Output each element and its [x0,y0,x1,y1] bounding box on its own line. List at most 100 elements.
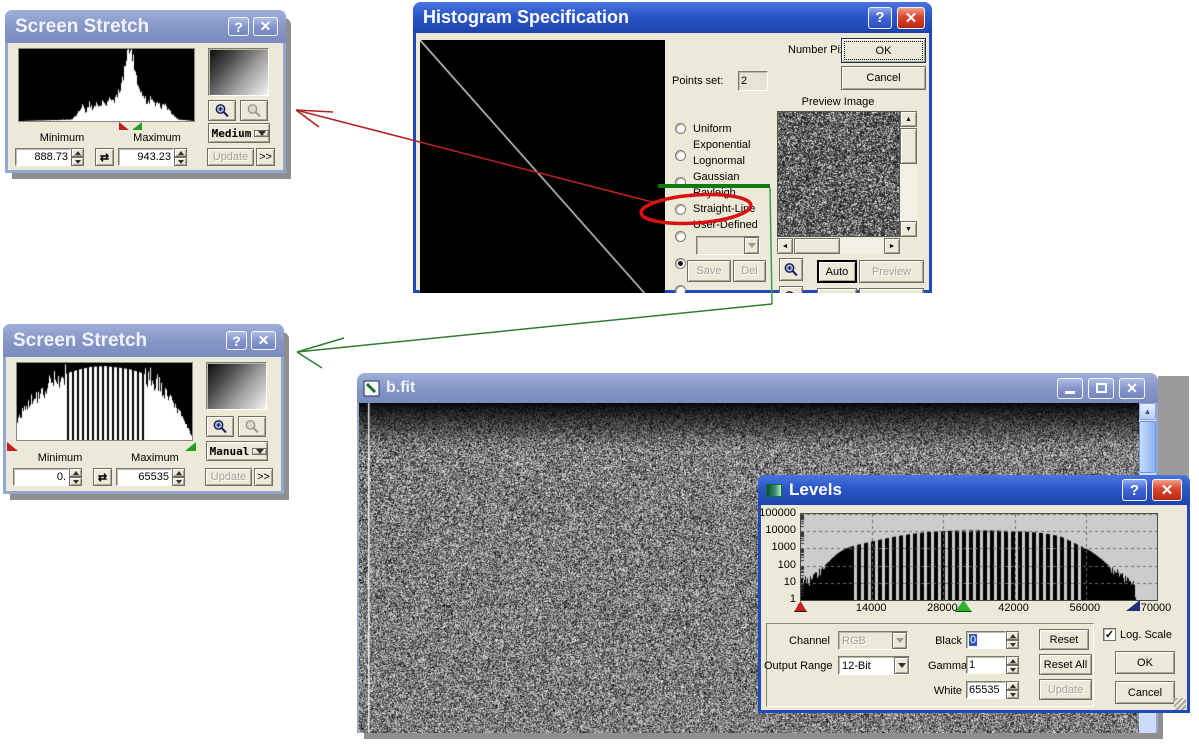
cropped-button[interactable] [817,288,857,293]
titlebar[interactable]: Screen Stretch ? ✕ [3,324,284,357]
cancel-button[interactable]: Cancel [1115,681,1175,704]
scroll-down-button[interactable]: ▼ [900,221,917,237]
auto-button[interactable]: Auto [817,260,857,283]
scroll-left-icon: ◄ [782,243,789,250]
radio-uniform[interactable] [675,123,686,134]
white-spinner[interactable] [1006,681,1019,699]
radio-straight-line[interactable] [675,258,686,269]
ok-button[interactable]: OK [841,38,926,63]
output-range-select[interactable]: 12-Bit [838,656,910,675]
zoom-in-button[interactable] [208,100,236,121]
maximum-spinner[interactable] [174,148,187,166]
scroll-up-button[interactable]: ▲ [1139,403,1156,420]
check-icon: ✓ [1105,628,1114,641]
update-button[interactable]: Update [207,148,254,166]
zoom-in-button[interactable] [779,258,803,281]
scroll-right-button[interactable]: ► [884,238,900,254]
swap-icon: ⇄ [100,151,109,164]
maximum-input[interactable]: 65535 [116,468,172,486]
gamma-input[interactable]: 1 [966,656,1006,674]
swap-button[interactable]: ⇄ [95,148,114,166]
document-icon [363,380,380,397]
y-axis-tick-label: 10000 [758,524,796,536]
radio-exponential[interactable] [675,150,686,161]
radio-lognormal[interactable] [675,177,686,188]
zoom-out-button[interactable] [240,100,268,121]
help-button[interactable]: ? [868,7,892,29]
update-button[interactable]: Update [205,468,252,486]
max-marker[interactable] [132,122,142,130]
minimum-input[interactable]: 888.73 [15,148,71,166]
x-axis-tick-label: 42000 [989,602,1039,614]
preview-vertical-scrollbar[interactable]: ▲ ▼ [900,111,917,237]
white-input[interactable]: 65535 [966,681,1006,699]
black-input[interactable]: 0 [966,631,1006,649]
radio-lognormal-label: Lognormal [693,155,745,167]
close-icon: ✕ [905,9,918,27]
maximum-input[interactable]: 943.23 [118,148,174,166]
close-button[interactable]: ✕ [253,17,278,36]
minimize-button[interactable] [1057,378,1083,399]
page-background: { "icons": { "help": "?", "close": "✕", … [0,0,1199,746]
stretch-mode-select[interactable]: Manual [206,441,268,461]
stretch-mode-select[interactable]: Medium [208,123,270,143]
user-defined-select[interactable] [696,236,760,255]
titlebar[interactable]: Histogram Specification ? ✕ [413,2,932,33]
help-button[interactable]: ? [226,331,247,350]
radio-rayleigh[interactable] [675,231,686,242]
expand-button[interactable]: >> [254,468,273,486]
radio-gaussian[interactable] [675,204,686,215]
cancel-button[interactable]: Cancel [841,66,926,90]
stretch-histogram-plot [16,362,193,441]
scrollbar-thumb[interactable] [794,238,840,254]
maximum-value: 943.23 [137,151,171,163]
dialog-title: Screen Stretch [15,16,149,38]
close-button[interactable]: ✕ [897,7,925,29]
save-button[interactable]: Save [687,260,731,282]
preview-button[interactable]: Preview [859,260,924,283]
expand-label: >> [257,471,270,483]
close-button[interactable]: ✕ [1152,479,1182,501]
swap-button[interactable]: ⇄ [93,468,112,486]
channel-select[interactable]: RGB [838,631,908,650]
maximum-spinner[interactable] [172,468,185,486]
black-spinner[interactable] [1006,631,1019,649]
cropped-button[interactable] [859,288,924,293]
scrollbar-thumb[interactable] [1139,421,1156,473]
min-marker[interactable] [119,122,129,130]
zoom-out-button[interactable] [238,416,266,437]
scrollbar-thumb[interactable] [900,128,917,164]
close-icon: ✕ [1161,481,1174,499]
levels-titlebar[interactable]: Levels ? ✕ [758,475,1190,505]
expand-button[interactable]: >> [256,148,275,166]
gamma-spinner[interactable] [1006,656,1019,674]
minimum-spinner[interactable] [71,148,84,166]
maximize-button[interactable] [1088,378,1114,399]
resize-grip[interactable] [1174,698,1186,710]
bfit-titlebar[interactable]: b.fit ✕ [357,373,1158,403]
close-button[interactable]: ✕ [251,331,276,350]
preview-horizontal-scrollbar[interactable]: ◄ ► [777,238,900,254]
scroll-left-button[interactable]: ◄ [777,238,793,254]
update-button[interactable]: Update [1039,679,1092,700]
reset-button[interactable]: Reset [1039,629,1089,650]
reset-all-button[interactable]: Reset All [1039,654,1092,675]
max-marker[interactable] [185,442,196,451]
radio-user-defined[interactable] [675,285,686,293]
titlebar[interactable]: Screen Stretch ? ✕ [5,10,286,43]
help-button[interactable]: ? [1122,479,1147,501]
del-button[interactable]: Del [733,260,766,282]
ok-button[interactable]: OK [1115,651,1175,674]
help-button[interactable]: ? [228,17,249,36]
zoom-in-button[interactable] [206,416,234,437]
min-marker[interactable] [7,442,18,451]
levels-x-axis: 01400028000420005600070000 [758,602,1190,616]
minimum-input[interactable]: 0. [13,468,69,486]
cropped-zoom-button[interactable] [779,286,803,293]
minimum-spinner[interactable] [69,468,82,486]
close-button[interactable]: ✕ [1119,378,1145,399]
transfer-function-plot[interactable] [420,40,665,293]
log-scale-checkbox[interactable]: ✓ [1103,628,1116,641]
radio-user-defined-label: User-Defined [693,219,758,231]
scroll-up-button[interactable]: ▲ [900,111,917,127]
